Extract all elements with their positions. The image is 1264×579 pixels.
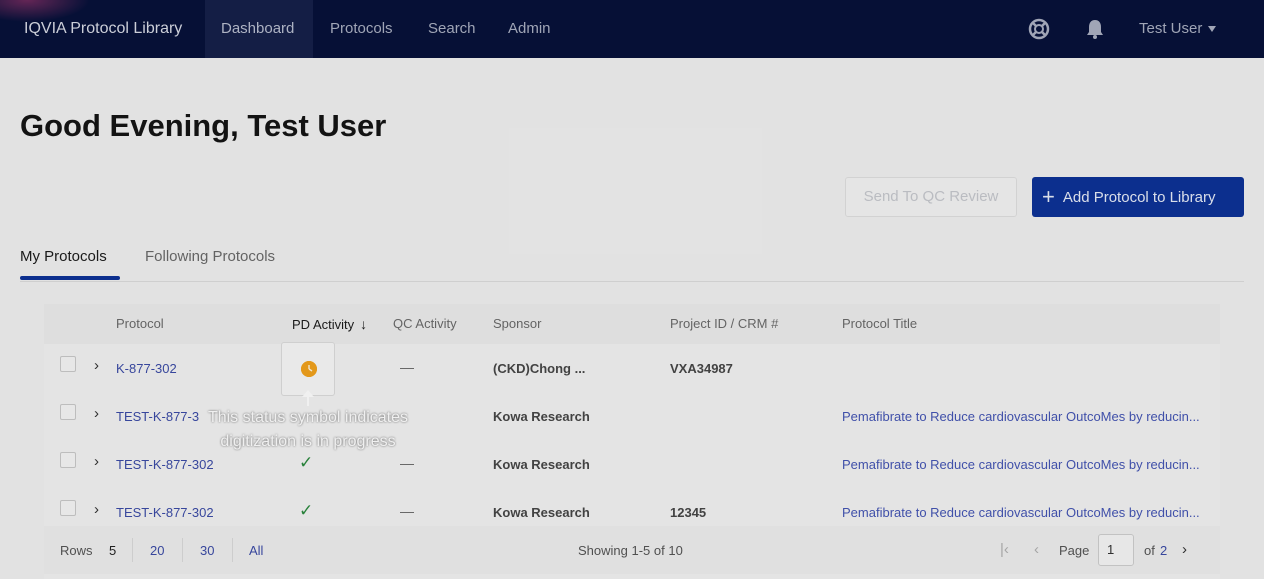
first-page-icon[interactable]: |‹ — [1000, 541, 1009, 558]
sponsor-value: Kowa Research — [493, 457, 590, 472]
project-id-value: VXA34987 — [670, 361, 733, 376]
sponsor-value: Kowa Research — [493, 409, 590, 424]
check-icon: ✓ — [299, 453, 314, 472]
user-name: Test User — [1139, 20, 1203, 37]
nav-dashboard[interactable]: Dashboard — [205, 0, 313, 58]
header-pd-activity[interactable]: PD Activity ↓ — [292, 316, 367, 332]
brand-glow — [0, 0, 90, 22]
tab-following-protocols[interactable]: Following Protocols — [145, 248, 275, 265]
user-menu[interactable]: Test User — [1139, 20, 1217, 37]
tutorial-tooltip: This status symbol indicates digitizatio… — [190, 406, 426, 454]
active-tab-indicator — [20, 276, 120, 280]
nav-admin[interactable]: Admin — [492, 0, 567, 58]
showing-count: Showing 1-5 of 10 — [578, 543, 683, 558]
chevron-right-icon[interactable]: › — [94, 405, 99, 422]
help-icon[interactable] — [1028, 18, 1050, 40]
rows-option-5[interactable]: 5 — [109, 543, 116, 558]
rows-option-all[interactable]: All — [249, 543, 263, 558]
total-pages[interactable]: 2 — [1160, 543, 1167, 558]
row-checkbox[interactable] — [60, 356, 76, 372]
brand-title[interactable]: IQVIA Protocol Library — [24, 20, 182, 38]
protocol-link[interactable]: TEST-K-877-302 — [116, 457, 214, 472]
protocol-title-link[interactable]: Pemafibrate to Reduce cardiovascular Out… — [842, 409, 1220, 424]
nav-search[interactable]: Search — [412, 0, 492, 58]
check-icon: ✓ — [299, 501, 314, 520]
protocol-title-link[interactable]: Pemafibrate to Reduce cardiovascular Out… — [842, 457, 1220, 472]
header-project-id[interactable]: Project ID / CRM # — [670, 316, 778, 331]
page-number-input[interactable]: 1 — [1098, 534, 1134, 566]
chevron-down-icon — [1208, 26, 1217, 33]
sponsor-value: Kowa Research — [493, 505, 590, 520]
page-label: Page — [1059, 543, 1090, 558]
header-protocol[interactable]: Protocol — [116, 316, 164, 331]
rows-option-20[interactable]: 20 — [150, 543, 164, 558]
chevron-right-icon[interactable]: › — [94, 357, 99, 374]
divider — [132, 538, 133, 562]
send-to-qc-button[interactable]: Send To QC Review — [845, 177, 1017, 217]
rows-label: Rows — [60, 543, 93, 558]
qc-activity-value: — — [400, 503, 414, 519]
row-checkbox[interactable] — [60, 404, 76, 420]
protocol-title-link[interactable]: Pemafibrate to Reduce cardiovascular Out… — [842, 505, 1220, 520]
chevron-right-icon[interactable]: › — [94, 501, 99, 518]
header-qc-activity[interactable]: QC Activity — [393, 316, 457, 331]
pd-status-in-progress[interactable] — [282, 343, 334, 395]
project-id-value: 12345 — [670, 505, 707, 520]
protocol-tabs: My Protocols Following Protocols — [20, 244, 1244, 282]
tooltip-line-1: This status symbol indicates — [207, 409, 409, 426]
protocol-link[interactable]: TEST-K-877-302 — [116, 505, 214, 520]
sponsor-value: (CKD)Chong ... — [493, 361, 586, 376]
tab-my-protocols[interactable]: My Protocols — [20, 248, 107, 265]
header-protocol-title[interactable]: Protocol Title — [842, 316, 917, 331]
header-pd-activity-label: PD Activity — [292, 317, 355, 332]
qc-activity-value: — — [400, 359, 414, 375]
sort-down-icon: ↓ — [360, 316, 368, 332]
rows-option-30[interactable]: 30 — [200, 543, 214, 558]
tooltip-arrow — [307, 392, 309, 406]
divider — [232, 538, 233, 562]
table-row: › K-877-302 — (CKD)Chong ... VXA34987 — [44, 344, 1220, 392]
next-page-icon[interactable]: › — [1182, 541, 1187, 558]
page-title: Good Evening, Test User — [20, 108, 387, 143]
add-protocol-button[interactable]: + Add Protocol to Library — [1032, 177, 1244, 217]
nav-protocols[interactable]: Protocols — [314, 0, 409, 58]
chevron-right-icon[interactable]: › — [94, 453, 99, 470]
row-checkbox[interactable] — [60, 500, 76, 516]
prev-page-icon[interactable]: ‹ — [1034, 541, 1039, 558]
table-header: Protocol PD Activity ↓ QC Activity Sponso… — [44, 304, 1220, 344]
top-navbar: IQVIA Protocol Library Dashboard Protoco… — [0, 0, 1264, 58]
plus-icon: + — [1042, 184, 1055, 209]
divider — [182, 538, 183, 562]
row-checkbox[interactable] — [60, 452, 76, 468]
clock-icon — [301, 361, 317, 377]
qc-activity-value: — — [400, 455, 414, 471]
bell-icon[interactable] — [1084, 18, 1106, 40]
protocol-link[interactable]: TEST-K-877-3 — [116, 409, 199, 424]
of-label: of — [1144, 543, 1155, 558]
add-protocol-label: Add Protocol to Library — [1062, 188, 1216, 206]
protocol-link[interactable]: K-877-302 — [116, 361, 177, 376]
header-sponsor[interactable]: Sponsor — [493, 316, 541, 331]
table-pagination: Rows 5 20 30 All Showing 1-5 of 10 |‹ ‹ … — [44, 526, 1220, 574]
tooltip-line-2: digitization is in progress — [220, 433, 396, 450]
